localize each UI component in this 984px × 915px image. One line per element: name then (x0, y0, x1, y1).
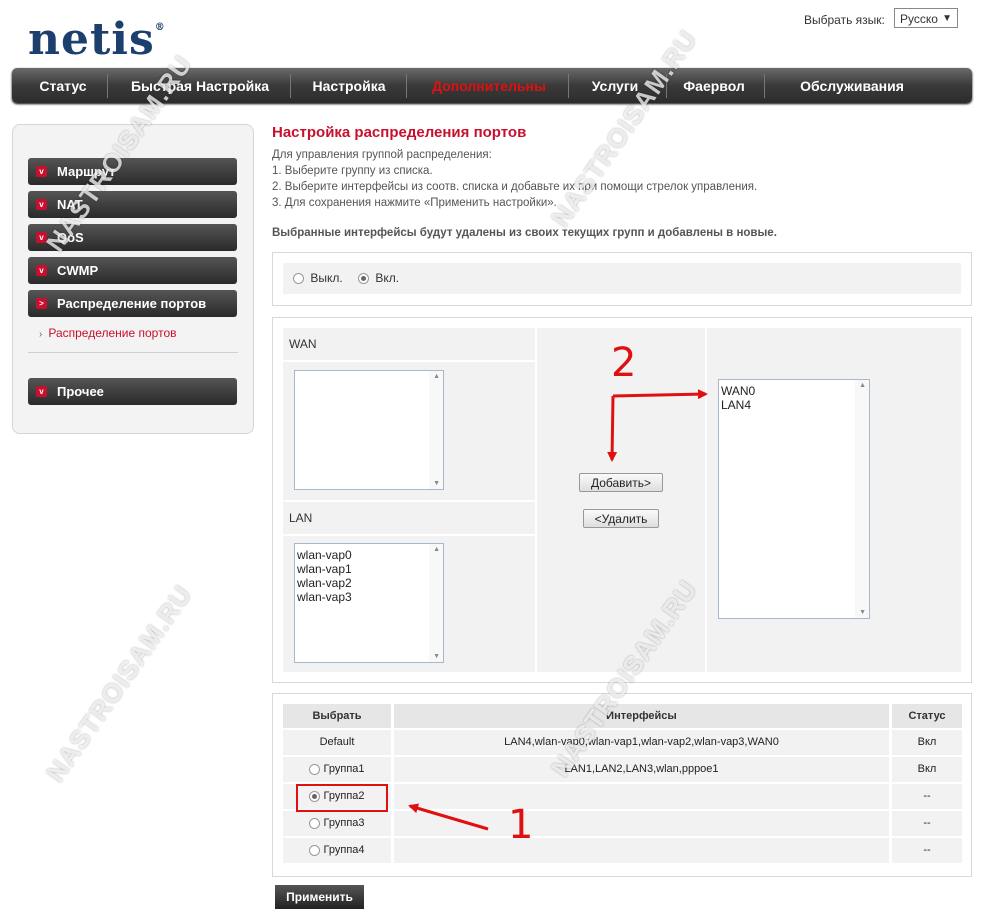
arrow-to-add-button (607, 395, 618, 462)
arrow-to-group2 (408, 803, 489, 831)
arrow-to-selected-list (612, 389, 708, 400)
